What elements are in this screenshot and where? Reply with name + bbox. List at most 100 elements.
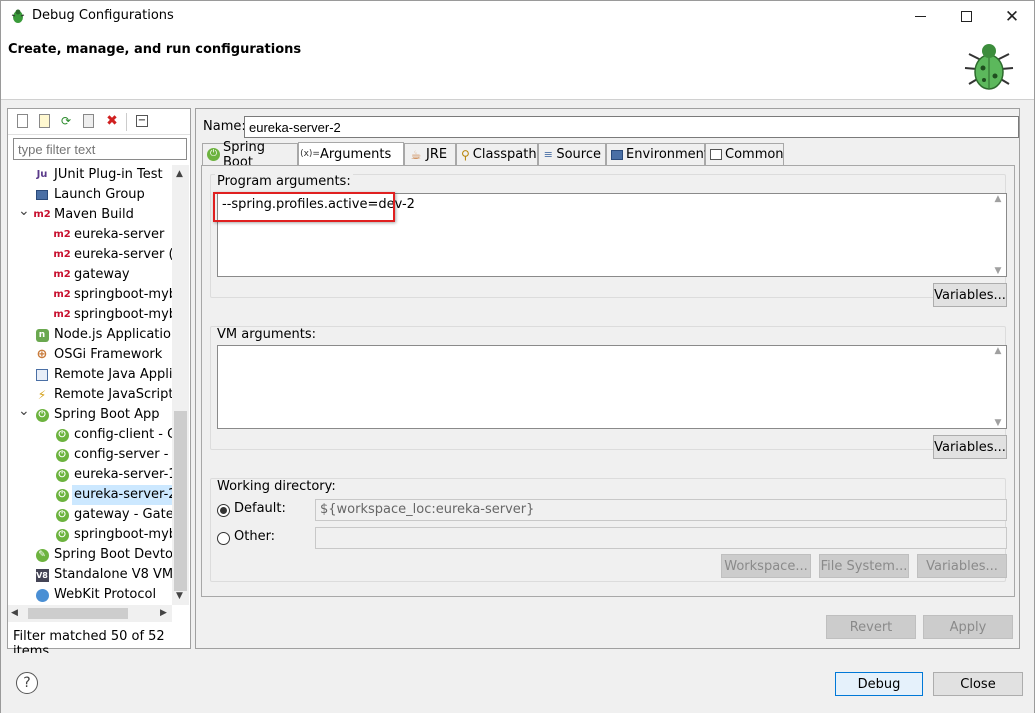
workspace-button[interactable]: Workspace...	[721, 554, 811, 578]
tree-item[interactable]: ⏻ eureka-server-2	[8, 485, 174, 505]
tree-item[interactable]: ⏻ springboot-myba	[8, 525, 174, 545]
tab-arguments[interactable]: (x)= Arguments	[298, 142, 404, 165]
tree-item-label: eureka-server-1	[74, 467, 174, 482]
scroll-down-icon: ▼	[176, 591, 183, 601]
wd-variables-button[interactable]: Variables...	[917, 554, 1007, 578]
other-radio[interactable]	[217, 532, 230, 545]
new-config-button[interactable]	[14, 113, 30, 129]
scroll-thumb[interactable]	[174, 411, 187, 591]
environment-icon	[611, 148, 623, 162]
hscroll-thumb[interactable]	[28, 608, 128, 619]
file-system-button[interactable]: File System...	[819, 554, 909, 578]
tree-item[interactable]: m2 gateway	[8, 265, 174, 285]
window-title: Debug Configurations	[32, 8, 174, 23]
osgi-icon: ⊕	[36, 347, 48, 362]
tree-item[interactable]: m2eureka-server (1)	[8, 245, 174, 265]
tab-common[interactable]: Common	[705, 143, 784, 165]
default-radio[interactable]	[217, 504, 230, 517]
tree-item-label: Launch Group	[54, 187, 145, 202]
tree-vertical-scrollbar[interactable]: ▲ ▼	[172, 165, 189, 605]
tree-item[interactable]: ⌄ ⏻ Spring Boot App	[8, 403, 174, 425]
tab-spring-boot[interactable]: ⏻ Spring Boot	[202, 140, 298, 170]
program-args-scrollbar[interactable]: ▲ ▼	[990, 194, 1006, 276]
close-window-button[interactable]: ✕	[989, 1, 1035, 32]
tree-item[interactable]: n Node.js Application	[8, 325, 174, 345]
scroll-up-icon: ▲	[994, 346, 1002, 356]
collapse-all-button[interactable]: −	[134, 113, 150, 129]
tab-classpath[interactable]: ⚲ Classpath	[456, 143, 538, 165]
tree-item-label: Remote Java Applica	[54, 367, 174, 382]
tree-item[interactable]: Ju JUnit Plug-in Test	[8, 165, 174, 185]
vm-arguments-textarea[interactable]: ▲ ▼	[217, 345, 1007, 429]
tree-item[interactable]: Launch Group	[8, 185, 174, 205]
tab-jre[interactable]: ☕ JRE	[404, 143, 456, 165]
delete-button[interactable]: ✖	[104, 113, 120, 129]
m2-icon: m2	[53, 229, 71, 240]
tab-label: Classpath	[472, 147, 537, 162]
tree-item[interactable]: Remote Java Applica	[8, 365, 174, 385]
tab-source[interactable]: ≡ Source	[538, 143, 606, 165]
close-button[interactable]: Close	[933, 672, 1023, 696]
annotation-highlight-box	[213, 192, 395, 222]
tree-item[interactable]: m2 springboot-myba	[8, 305, 174, 325]
spring-boot-icon: ⏻	[54, 447, 70, 463]
tree-item-label: Spring Boot App	[54, 407, 160, 422]
left-toolbar: ⟳ ✖ −	[8, 109, 190, 135]
program-arguments-group: Program arguments: --spring.profiles.act…	[210, 174, 1007, 307]
scroll-up-icon: ▲	[994, 194, 1002, 204]
tree-item[interactable]: ⌄ m2 Maven Build	[8, 203, 174, 225]
new-prototype-button[interactable]	[36, 113, 52, 129]
duplicate-button[interactable]	[80, 113, 96, 129]
spring-boot-icon: ⏻	[54, 467, 70, 483]
vm-variables-button[interactable]: Variables...	[933, 435, 1007, 459]
tree-item[interactable]: V8 Standalone V8 VM	[8, 565, 174, 585]
tree-item[interactable]: ⏻ eureka-server-1	[8, 465, 174, 485]
scroll-down-icon: ▼	[994, 266, 1002, 276]
program-variables-button[interactable]: Variables...	[933, 283, 1007, 307]
collapse-all-icon: −	[136, 115, 148, 127]
minimize-button[interactable]	[897, 1, 943, 32]
help-icon: ?	[23, 675, 31, 691]
other-directory-field[interactable]	[315, 527, 1007, 549]
arguments-icon: (x)=	[300, 149, 320, 159]
tab-environment[interactable]: Environment	[606, 143, 709, 165]
export-button[interactable]: ⟳	[58, 113, 74, 129]
tab-label: Environment	[626, 147, 710, 162]
duplicate-icon	[82, 114, 94, 128]
revert-button[interactable]: Revert	[826, 615, 916, 639]
debug-bug-image-icon	[959, 36, 1019, 96]
spring-boot-icon: ⏻	[54, 427, 70, 443]
tree-item-label: Node.js Application	[54, 327, 174, 342]
tree-item[interactable]: m2 eureka-server	[8, 225, 174, 245]
m2-icon: m2	[53, 289, 71, 300]
tree-horizontal-scrollbar[interactable]: ◀ ▶	[8, 605, 172, 622]
filter-input[interactable]	[13, 138, 187, 160]
tree-item[interactable]: ⊕ OSGi Framework	[8, 345, 174, 365]
vm-args-scrollbar[interactable]: ▲ ▼	[990, 346, 1006, 428]
maximize-button[interactable]	[943, 1, 989, 32]
tree-item[interactable]: ⏻ config-server - Co	[8, 445, 174, 465]
dialog-header: Create, manage, and run configurations	[1, 32, 1034, 100]
m2-icon: m2	[53, 269, 71, 280]
tree-item-label: JUnit Plug-in Test	[54, 167, 163, 182]
help-button[interactable]: ?	[16, 672, 38, 694]
apply-button[interactable]: Apply	[923, 615, 1013, 639]
name-input[interactable]	[244, 116, 1019, 138]
expand-arrow-icon[interactable]: ⌄	[18, 201, 30, 221]
tree-item[interactable]: WebKit Protocol	[8, 585, 174, 605]
tree-item[interactable]: ✎ Spring Boot Devtoo	[8, 545, 174, 565]
arguments-tab-body: Program arguments: --spring.profiles.act…	[201, 165, 1015, 597]
tree-item-label: config-client - Co	[74, 427, 174, 442]
tree-item[interactable]: ⏻ gateway - Gatewa	[8, 505, 174, 525]
tree-item-label: springboot-myba	[74, 307, 174, 322]
tree-item[interactable]: ⏻ config-client - Co	[8, 425, 174, 445]
tree-item[interactable]: m2 springboot-myba	[8, 285, 174, 305]
tab-label: Common	[725, 147, 784, 162]
expand-arrow-icon[interactable]: ⌄	[18, 401, 30, 421]
tree-item[interactable]: ⚡ Remote JavaScript	[8, 385, 174, 405]
tree-item-label: eureka-server	[74, 227, 165, 242]
debug-button[interactable]: Debug	[835, 672, 923, 696]
spring-boot-icon: ⏻	[207, 148, 220, 162]
vm-arguments-group: VM arguments: ▲ ▼ Variables...	[210, 326, 1007, 459]
junit-icon: Ju	[36, 169, 48, 180]
